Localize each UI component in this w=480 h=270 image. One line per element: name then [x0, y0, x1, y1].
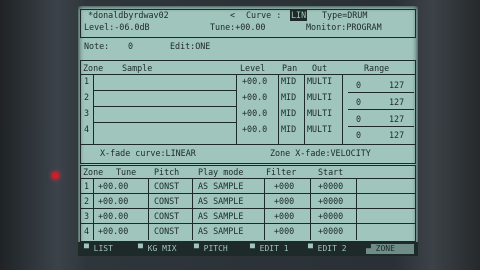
- tab-marker-icon: ▀: [250, 244, 260, 253]
- tune-value[interactable]: +00.00: [98, 211, 128, 222]
- tab-edit-1[interactable]: ▀ EDIT 1: [250, 244, 304, 254]
- play-mode-value[interactable]: AS SAMPLE: [198, 226, 243, 237]
- start-value[interactable]: +0000: [318, 211, 343, 222]
- level-value[interactable]: +00.0: [242, 124, 267, 135]
- start-value[interactable]: +0000: [318, 226, 343, 237]
- tab-marker-icon: ▀: [84, 244, 94, 253]
- tab-list[interactable]: ▀ LIST: [84, 244, 134, 254]
- start-value[interactable]: +0000: [318, 196, 343, 207]
- pitch-value[interactable]: CONST: [154, 196, 179, 207]
- pan-value[interactable]: MID: [281, 108, 296, 119]
- power-led: [52, 172, 59, 179]
- edit-mode-field[interactable]: Edit:ONE: [170, 41, 210, 52]
- col-start: Start: [318, 167, 344, 177]
- out-value[interactable]: MULTI: [307, 92, 332, 103]
- filter-value[interactable]: +000: [274, 196, 294, 207]
- tab-marker-icon: ▀: [308, 244, 318, 253]
- zone-number: 2: [84, 92, 90, 102]
- play-mode-value[interactable]: AS SAMPLE: [198, 211, 243, 222]
- tab-edit-2[interactable]: ▀ EDIT 2: [308, 244, 362, 254]
- zone-number: 4: [84, 124, 90, 134]
- tune-value[interactable]: +00.00: [98, 226, 128, 237]
- col-out: Out: [312, 63, 328, 73]
- softkey-tab-bar: ▀ LIST ▀ KG MIX ▀ PITCH ▀ EDIT 1 ▀ EDIT …: [78, 242, 418, 256]
- tune-value[interactable]: +00.00: [98, 181, 128, 192]
- col-pitch: Pitch: [154, 167, 180, 177]
- tab-marker-icon: ▀: [366, 244, 376, 253]
- range-high[interactable]: 127: [389, 80, 404, 91]
- program-name[interactable]: *donaldbyrdwav02: [88, 10, 169, 21]
- tab-zone[interactable]: ▀ ZONE: [366, 244, 414, 254]
- level-value[interactable]: +00.0: [242, 92, 267, 103]
- col-play-mode: Play mode: [198, 167, 244, 177]
- note-label: Note:: [84, 41, 110, 51]
- col-zone: Zone: [83, 63, 104, 73]
- xfade-curve-field[interactable]: X-fade curve:LINEAR: [100, 148, 196, 159]
- out-value[interactable]: MULTI: [307, 124, 332, 135]
- zone-number: 1: [84, 76, 90, 86]
- zone-number: 3: [84, 108, 90, 118]
- zone-number: 4: [84, 226, 90, 236]
- out-value[interactable]: MULTI: [307, 108, 332, 119]
- zone-number: 3: [84, 211, 90, 221]
- monitor-field[interactable]: Monitor:PROGRAM: [306, 22, 382, 33]
- tune-value[interactable]: +00.00: [98, 196, 128, 207]
- pan-value[interactable]: MID: [281, 124, 296, 135]
- pitch-value[interactable]: CONST: [154, 211, 179, 222]
- pitch-value[interactable]: CONST: [154, 181, 179, 192]
- col-zone: Zone: [83, 167, 104, 177]
- play-mode-value[interactable]: AS SAMPLE: [198, 196, 243, 207]
- tab-marker-icon: ▀: [138, 244, 148, 253]
- tune-field[interactable]: Tune:+00.00: [210, 22, 265, 33]
- filter-value[interactable]: +000: [274, 226, 294, 237]
- play-mode-value[interactable]: AS SAMPLE: [198, 181, 243, 192]
- zone-number: 2: [84, 196, 90, 206]
- range-low[interactable]: 0: [356, 114, 361, 125]
- level-value[interactable]: +00.0: [242, 76, 267, 87]
- zone-number: 1: [84, 181, 90, 191]
- tab-marker-icon: ▀: [194, 244, 204, 253]
- start-value[interactable]: +0000: [318, 181, 343, 192]
- out-value[interactable]: MULTI: [307, 76, 332, 87]
- range-high[interactable]: 127: [389, 114, 404, 125]
- col-sample: Sample: [122, 63, 153, 73]
- range-low[interactable]: 0: [356, 97, 361, 108]
- curve-label: Curve :: [246, 10, 282, 20]
- range-low[interactable]: 0: [356, 130, 361, 141]
- type-field[interactable]: Type=DRUM: [322, 10, 367, 21]
- col-tune: Tune: [116, 167, 137, 177]
- tab-kg-mix[interactable]: ▀ KG MIX: [138, 244, 190, 254]
- level-value[interactable]: +00.0: [242, 108, 267, 119]
- filter-value[interactable]: +000: [274, 211, 294, 222]
- col-filter: Filter: [266, 167, 297, 177]
- note-value[interactable]: 0: [128, 41, 133, 52]
- col-pan: Pan: [282, 63, 298, 73]
- col-level: Level: [240, 63, 266, 73]
- col-range: Range: [364, 63, 390, 73]
- range-high[interactable]: 127: [389, 130, 404, 141]
- pitch-value[interactable]: CONST: [154, 226, 179, 237]
- output-arrow: <: [230, 10, 236, 20]
- curve-value[interactable]: LIN: [290, 10, 308, 21]
- level-field[interactable]: Level:-06.0dB: [84, 22, 150, 33]
- zone-xfade-field[interactable]: Zone X-fade:VELOCITY: [270, 148, 371, 159]
- range-low[interactable]: 0: [356, 80, 361, 91]
- tab-pitch[interactable]: ▀ PITCH: [194, 244, 246, 254]
- lcd-screen: *donaldbyrdwav02 < Curve : LIN Type=DRUM…: [78, 6, 418, 256]
- pan-value[interactable]: MID: [281, 76, 296, 87]
- pan-value[interactable]: MID: [281, 92, 296, 103]
- filter-value[interactable]: +000: [274, 181, 294, 192]
- range-high[interactable]: 127: [389, 97, 404, 108]
